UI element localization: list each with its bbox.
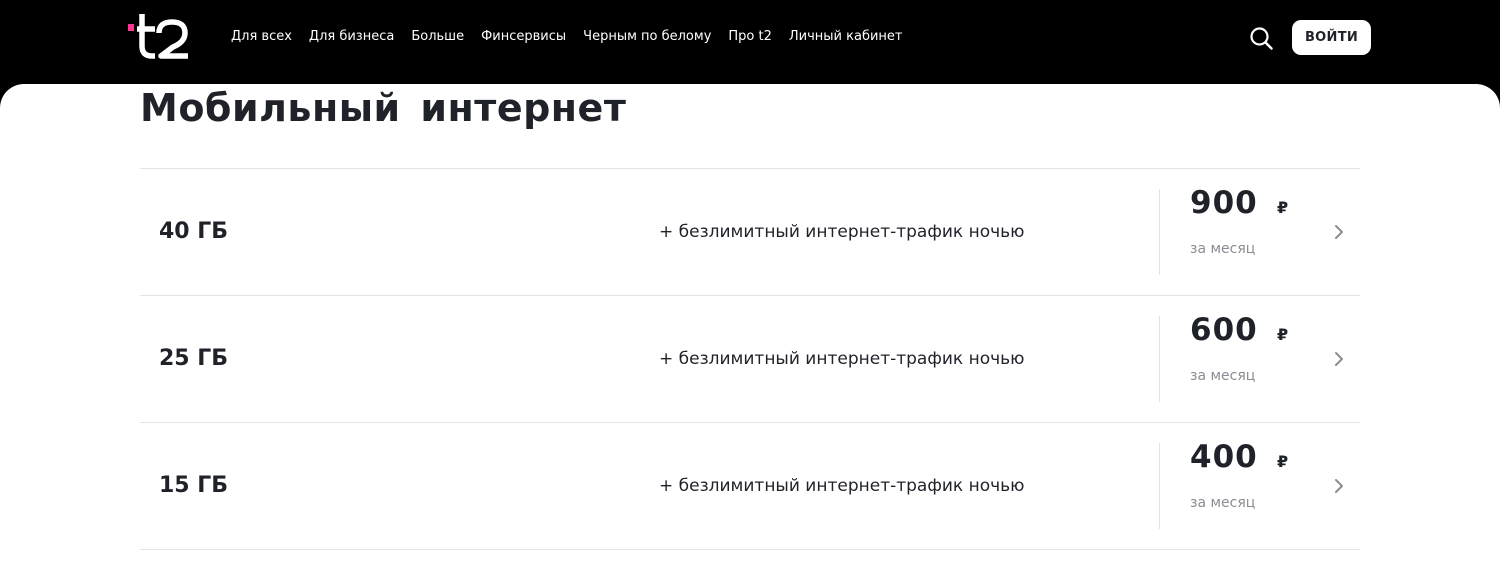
tariff-feature: + безлимитный интернет-трафик ночью (659, 222, 1025, 242)
main-nav: Для всех Для бизнеса Больше Финсервисы Ч… (231, 29, 902, 44)
tariff-volume: 15 ГБ (159, 473, 229, 498)
chevron-right-icon[interactable] (1330, 477, 1348, 495)
nav-item-account[interactable]: Личный кабинет (789, 29, 903, 44)
divider (1159, 316, 1160, 402)
currency-sign: ₽ (1277, 325, 1289, 344)
nav-item-business[interactable]: Для бизнеса (309, 29, 394, 44)
page-title: Мобильный интернет (140, 86, 627, 130)
tariff-row-40gb[interactable]: 40 ГБ + безлимитный интернет-трафик ночь… (140, 169, 1360, 296)
nav-item-for-all[interactable]: Для всех (231, 29, 292, 44)
nav-item-black-on-white[interactable]: Черным по белому (583, 29, 711, 44)
chevron-right-icon[interactable] (1330, 223, 1348, 241)
tariff-feature: + безлимитный интернет-трафик ночью (659, 349, 1025, 369)
nav-item-about-t2[interactable]: Про t2 (728, 29, 771, 44)
site-header: Для всех Для бизнеса Больше Финсервисы Ч… (0, 0, 1500, 90)
tariff-price: 900 (1190, 185, 1258, 221)
tariff-period: за месяц (1190, 495, 1256, 511)
tariff-row-15gb[interactable]: 15 ГБ + безлимитный интернет-трафик ночь… (140, 423, 1360, 550)
tariff-row-25gb[interactable]: 25 ГБ + безлимитный интернет-трафик ночь… (140, 296, 1360, 423)
search-icon[interactable] (1249, 26, 1273, 50)
chevron-right-icon[interactable] (1330, 350, 1348, 368)
tariff-feature: + безлимитный интернет-трафик ночью (659, 476, 1025, 496)
divider (1159, 443, 1160, 529)
t2-logo[interactable] (128, 12, 190, 60)
nav-item-more[interactable]: Больше (411, 29, 464, 44)
nav-item-finservices[interactable]: Финсервисы (481, 29, 566, 44)
tariff-price: 600 (1190, 312, 1258, 348)
main-content: Мобильный интернет 40 ГБ + безлимитный и… (0, 84, 1500, 561)
tariff-period: за месяц (1190, 368, 1256, 384)
tariff-list: 40 ГБ + безлимитный интернет-трафик ночь… (140, 168, 1360, 550)
tariff-volume: 40 ГБ (159, 219, 229, 244)
currency-sign: ₽ (1277, 198, 1289, 217)
tariff-volume: 25 ГБ (159, 346, 229, 371)
currency-sign: ₽ (1277, 452, 1289, 471)
tariff-period: за месяц (1190, 241, 1256, 257)
login-button[interactable]: ВОЙТИ (1292, 20, 1371, 55)
tariff-price: 400 (1190, 439, 1258, 475)
divider (1159, 189, 1160, 275)
